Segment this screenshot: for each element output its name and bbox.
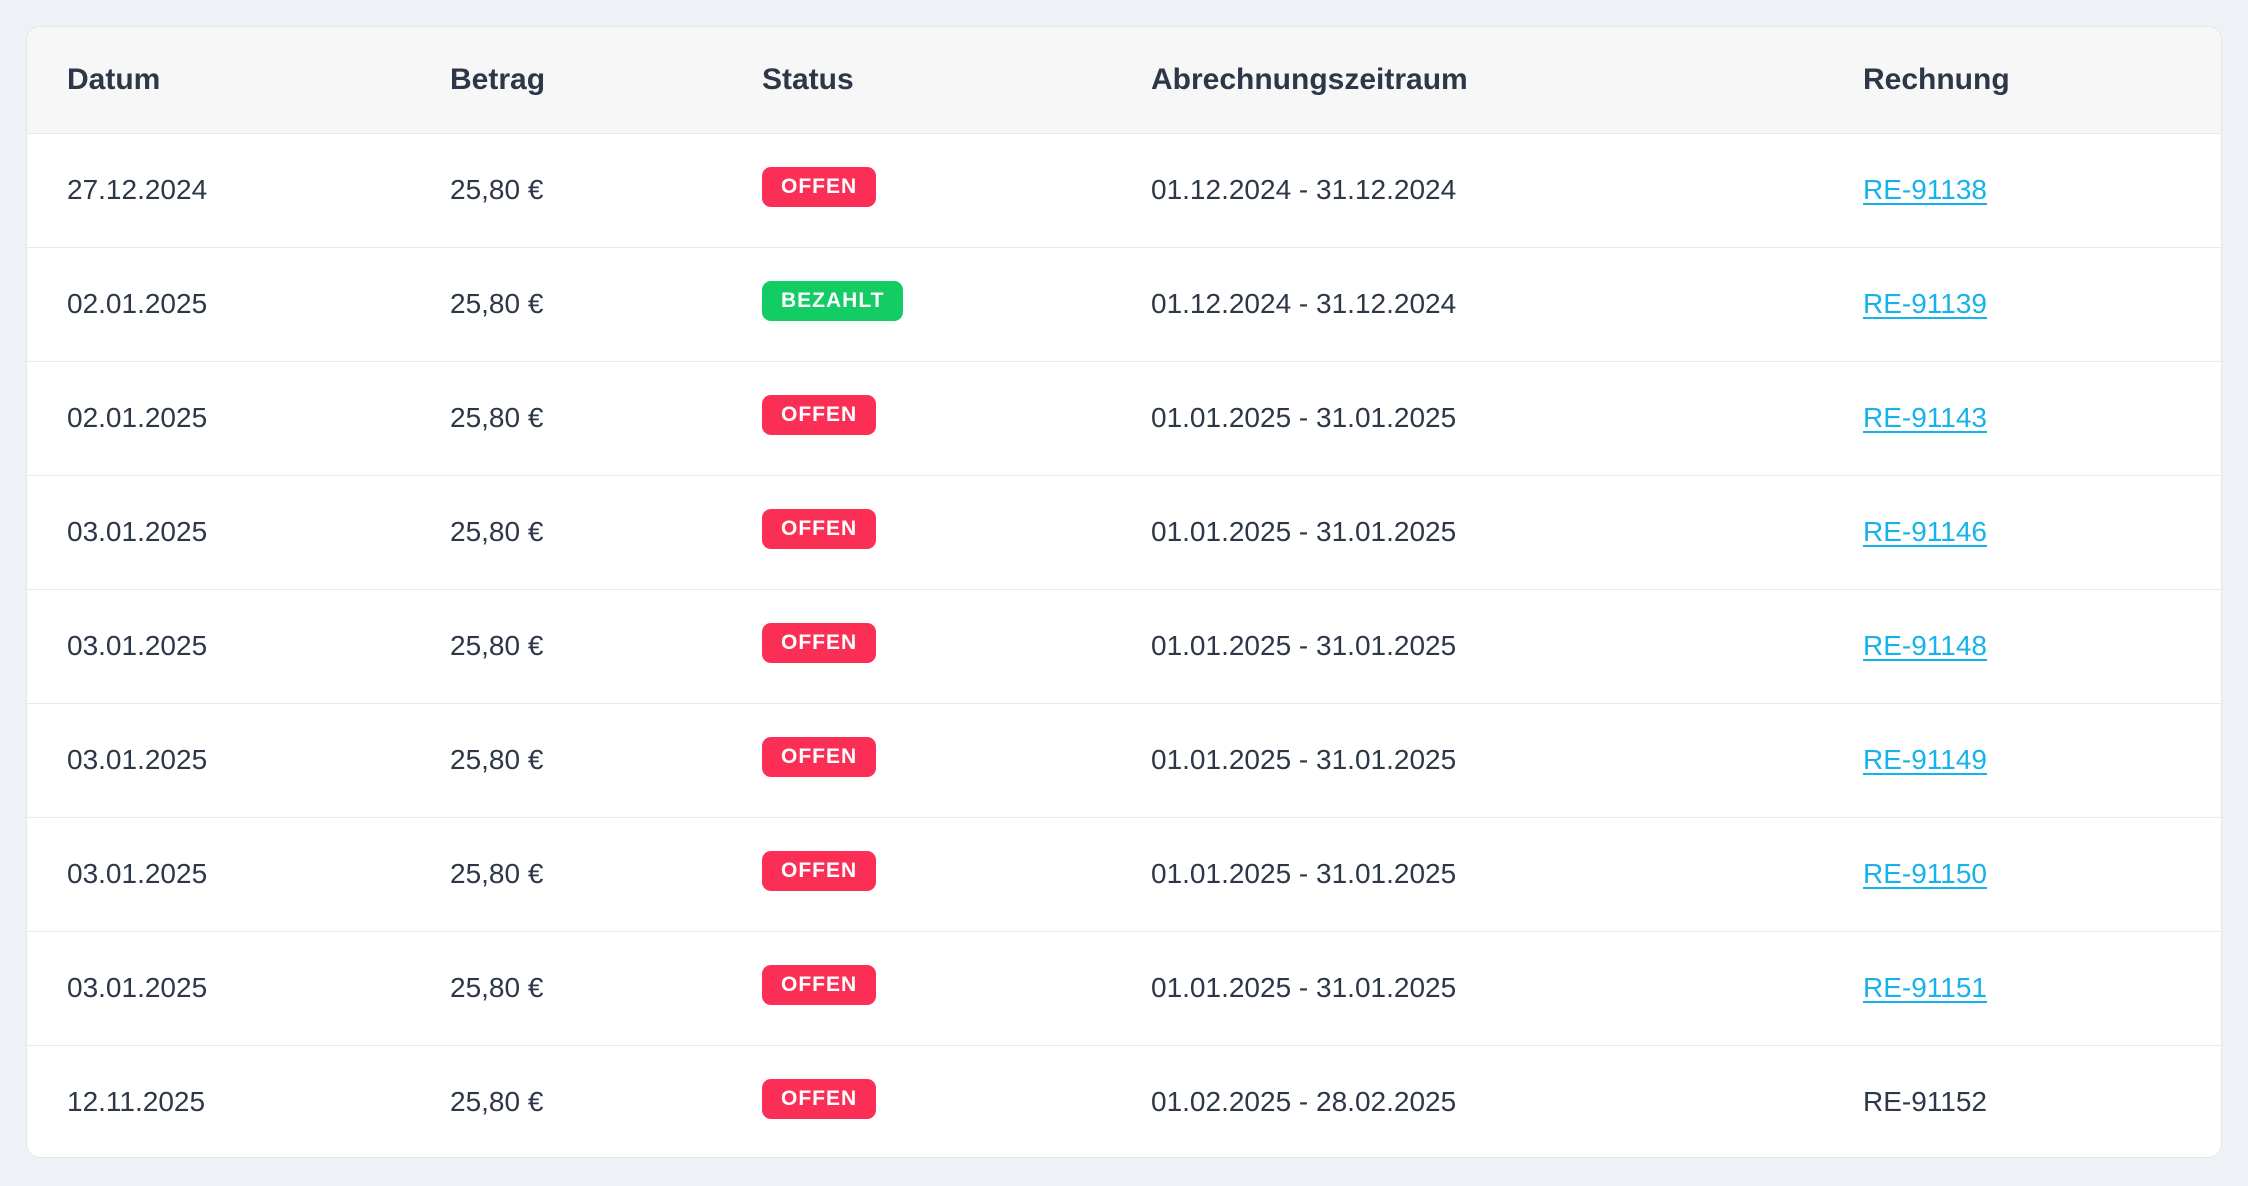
cell-invoice[interactable]: RE-91139	[1823, 246, 2221, 361]
table-row: 03.01.2025 25,80 € OFFEN 01.01.2025 - 31.01…	[27, 702, 2221, 817]
status-badge: BEZAHLT	[762, 281, 904, 321]
cell-amount: 25,80 €	[450, 174, 544, 205]
cell-status: OFFEN	[722, 816, 1111, 931]
cell-invoice[interactable]: RE-91138	[1823, 133, 2221, 247]
cell-invoice[interactable]: RE-91150	[1823, 816, 2221, 931]
cell-status: OFFEN	[722, 588, 1111, 703]
cell-status: OFFEN	[722, 702, 1111, 817]
cell-amount: 25,80 €	[410, 816, 722, 931]
cell-period: 01.01.2025 - 31.01.2025	[1111, 360, 1823, 475]
cell-amount: 25,80 €	[410, 930, 722, 1045]
status-badge: OFFEN	[762, 509, 877, 549]
table-row: 02.01.2025 25,80 € OFFEN 01.01.2025 - 31.01…	[27, 360, 2221, 475]
cell-amount: 25,80 €	[410, 474, 722, 589]
cell-status: OFFEN	[722, 133, 1111, 247]
cell-status: OFFEN	[722, 474, 1111, 589]
cell-date: 02.01.2025	[27, 246, 410, 361]
status-badge: OFFEN	[762, 623, 877, 663]
cell-period: 01.01.2025 - 31.01.2025	[1111, 588, 1823, 703]
invoice-table-card: Datum Betrag Status Abrechnungszeitraum …	[26, 26, 2222, 1158]
table-row: 27.12.2024 25,80 € OFFEN 01.12.2024 - 31.12…	[27, 133, 2221, 247]
status-badge: OFFEN	[762, 167, 877, 207]
table-row: 03.01.2025 25,80 € OFFEN 01.01.2025 - 31.01…	[27, 930, 2221, 1045]
table-row: 02.01.2025 25,80 € BEZAHLT 01.12.2024 - 31.…	[27, 246, 2221, 361]
table-row: 12.11.2025 25,80 € OFFEN 01.02.2025 - 28.02…	[27, 1044, 2221, 1157]
status-badge: OFFEN	[762, 851, 877, 891]
invoice-link[interactable]: RE-91146	[1863, 516, 1987, 547]
cell-period: 01.01.2025 - 31.01.2025	[1111, 702, 1823, 817]
status-badge: OFFEN	[762, 1079, 877, 1120]
cell-amount: 25,80 €	[410, 360, 722, 475]
status-badge: OFFEN	[762, 737, 877, 777]
cell-period: 01.02.2025 - 28.02.2025	[1111, 1044, 1823, 1157]
column-header-invoice: Rechnung	[1823, 27, 2221, 134]
cell-status: OFFEN	[722, 360, 1111, 475]
cell-invoice: RE-91152	[1823, 1044, 2221, 1157]
table-row: 03.01.2025 25,80 € OFFEN 01.01.2025 - 31.01…	[27, 816, 2221, 931]
cell-date: 27.12.2024	[67, 174, 208, 205]
cell-date: 03.01.2025	[27, 930, 410, 1045]
column-header-amount: Betrag	[410, 27, 722, 134]
cell-date: 12.11.2025	[27, 1044, 410, 1157]
table-row: 03.01.2025 25,80 € OFFEN 01.01.2025 - 31.01…	[27, 474, 2221, 589]
cell-status: OFFEN	[722, 930, 1111, 1045]
header-row: Datum Betrag Status Abrechnungszeitraum …	[27, 27, 2221, 134]
invoice-link[interactable]: RE-91138	[1863, 174, 1987, 205]
column-header-date: Datum	[27, 27, 410, 134]
invoice-link[interactable]: RE-91149	[1863, 744, 1987, 775]
cell-date: 02.01.2025	[27, 360, 410, 475]
cell-date: 03.01.2025	[27, 474, 410, 589]
invoice-link[interactable]: RE-91150	[1863, 858, 1987, 889]
cell-period: 01.01.2025 - 31.01.2025	[1111, 474, 1823, 589]
invoice-link[interactable]: RE-91151	[1863, 972, 1987, 1003]
cell-amount: 25,80 €	[410, 1044, 722, 1157]
cell-amount: 25,80 €	[410, 588, 722, 703]
cell-invoice[interactable]: RE-91143	[1823, 360, 2221, 475]
invoice-link[interactable]: RE-91143	[1863, 402, 1987, 433]
cell-status: OFFEN	[722, 1044, 1111, 1157]
cell-period: 01.12.2024 - 31.12.2024	[1151, 174, 1457, 205]
cell-period: 01.12.2024 - 31.12.2024	[1111, 246, 1823, 361]
status-badge: OFFEN	[762, 395, 877, 435]
column-header-period: Abrechnungszeitraum	[1111, 27, 1823, 134]
cell-invoice[interactable]: RE-91148	[1823, 588, 2221, 703]
column-header-status: Status	[722, 27, 1111, 134]
cell-status: BEZAHLT	[722, 246, 1111, 361]
cell-invoice[interactable]: RE-91151	[1823, 930, 2221, 1045]
cell-invoice[interactable]: RE-91149	[1823, 702, 2221, 817]
invoice-table: Datum Betrag Status Abrechnungszeitraum …	[27, 27, 2221, 1157]
table-row: 03.01.2025 25,80 € OFFEN 01.01.2025 - 31.01…	[27, 588, 2221, 703]
cell-invoice[interactable]: RE-91146	[1823, 474, 2221, 589]
cell-amount: 25,80 €	[410, 246, 722, 361]
table-body: 27.12.2024 25,80 € OFFEN 01.12.2024 - 31.12…	[27, 133, 2221, 1157]
cell-date: 03.01.2025	[27, 816, 410, 931]
cell-amount: 25,80 €	[410, 702, 722, 817]
cell-period: 01.01.2025 - 31.01.2025	[1111, 816, 1823, 931]
table-header: Datum Betrag Status Abrechnungszeitraum …	[27, 27, 2221, 134]
status-badge: OFFEN	[762, 965, 877, 1005]
invoice-number: RE-91152	[1863, 1086, 1988, 1118]
cell-date: 03.01.2025	[27, 702, 410, 817]
cell-period: 01.01.2025 - 31.01.2025	[1111, 930, 1823, 1045]
invoice-link[interactable]: RE-91139	[1863, 288, 1987, 319]
invoice-link[interactable]: RE-91148	[1863, 630, 1987, 661]
cell-date: 03.01.2025	[27, 588, 410, 703]
